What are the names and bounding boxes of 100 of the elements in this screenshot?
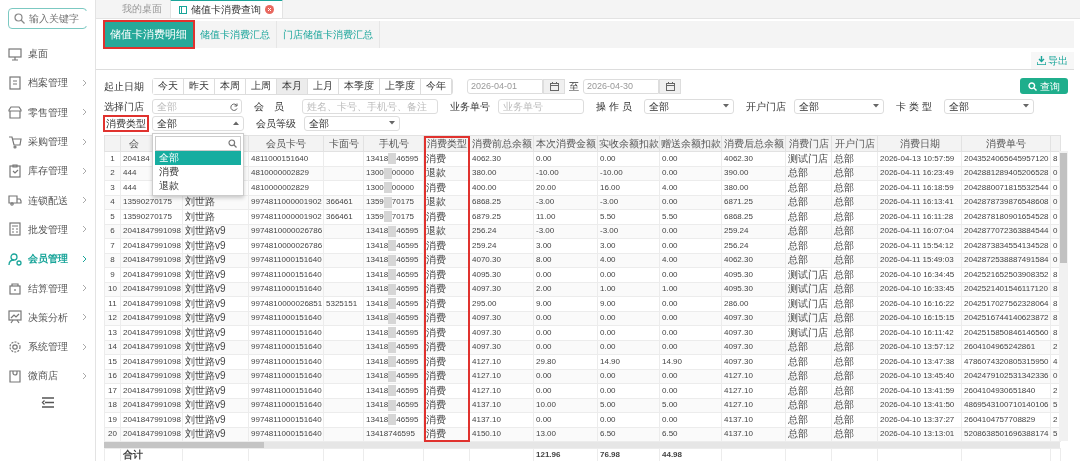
text-field[interactable]: 姓名、卡号、手机号、备注 <box>302 98 438 114</box>
table-cell: 4.00 <box>659 180 722 195</box>
column-header[interactable]: 消费门店 <box>785 135 832 152</box>
table-cell: 4097.30 <box>721 354 786 369</box>
sidebar-item[interactable]: 库存管理 <box>0 156 95 186</box>
table-cell: 总部 <box>785 238 832 253</box>
table-cell: 13418 46595 <box>363 354 424 369</box>
column-header[interactable]: 开户门店 <box>831 135 878 152</box>
sidebar-item[interactable]: 连锁配送 <box>0 185 95 215</box>
table-cell: 9974811000151640 <box>248 325 324 340</box>
table-cell: 2604104757708829 <box>961 412 1051 427</box>
sidebar-item[interactable]: 采购管理 <box>0 126 95 157</box>
field-label: 选择门店 <box>104 99 145 114</box>
dropdown-search-field[interactable] <box>155 135 241 151</box>
caret-up-icon <box>233 121 239 125</box>
table-cell: 0.00 <box>533 151 598 166</box>
date-separator: 至 <box>569 79 579 94</box>
table-cell: 刘世路v9 <box>182 325 249 340</box>
table-cell: 11.00 <box>533 209 598 224</box>
table-cell: 4097.30 <box>721 325 786 340</box>
blur-mask <box>388 414 397 426</box>
table-cell: 13418 46595 <box>363 383 424 398</box>
sidebar-item[interactable]: 零售管理 <box>0 97 95 127</box>
sidebar-item[interactable]: 结算管理 <box>0 273 95 303</box>
table-cell: 0.00 <box>597 412 660 427</box>
search-icon <box>1028 81 1037 91</box>
sidebar-item[interactable]: 档案管理 <box>0 68 95 98</box>
table-cell: 3.00 <box>533 238 598 253</box>
sidebar-item[interactable]: 系统管理 <box>0 331 95 362</box>
table-cell: 4062.30 <box>721 151 786 166</box>
total-cell: 121.96 <box>533 448 598 461</box>
table-cell: 256.24 <box>721 238 786 253</box>
column-header[interactable]: 消费单号 <box>961 135 1051 152</box>
store-field[interactable]: 全部 <box>152 98 242 114</box>
table-cell: 13590270175 <box>120 209 183 224</box>
table-cell: 9974811000151640 <box>248 354 324 369</box>
sidebar-item[interactable]: 微商店 <box>0 361 95 391</box>
calendar-button[interactable] <box>659 78 681 94</box>
table-cell: 19 <box>104 412 121 427</box>
table-cell: 1 <box>104 151 121 166</box>
table-cell: 总部 <box>831 383 878 398</box>
column-header[interactable]: 消费后总余额 <box>721 135 786 152</box>
table-cell: 295.00 <box>469 296 534 311</box>
table-cell: 259.24 <box>469 238 534 253</box>
column-header[interactable]: 实收余额扣款 <box>597 135 660 152</box>
monitor-icon <box>8 46 22 61</box>
calendar-button[interactable] <box>543 78 565 94</box>
table-cell: 总部 <box>831 238 878 253</box>
scrollbar[interactable] <box>104 442 1060 448</box>
table-cell: 0.00 <box>659 383 722 398</box>
scrollbar-thumb[interactable] <box>104 442 264 448</box>
column-header[interactable]: 手机号 <box>363 135 424 152</box>
field-label: 会员等级 <box>256 116 297 131</box>
field-label: 操 作 员 <box>596 99 633 114</box>
column-header[interactable]: 赠送余额扣款 <box>659 135 722 152</box>
table-cell: 4062.30 <box>469 151 534 166</box>
column-header[interactable]: 消费前总余额 <box>469 135 534 152</box>
sidebar-item[interactable]: 桌面 <box>0 39 95 69</box>
select-field[interactable]: 全部 <box>794 98 884 114</box>
table-cell: 2042873834554134528 <box>961 238 1051 253</box>
table-cell: 0.00 <box>659 151 722 166</box>
date-range-button[interactable]: 本月 <box>277 78 308 94</box>
total-label: 合计 <box>120 448 183 461</box>
user-icon <box>8 251 22 266</box>
column-header[interactable]: 卡面号 <box>323 135 364 152</box>
tab[interactable]: 储值卡消费查询 <box>170 0 283 18</box>
table-cell: 14.90 <box>597 354 660 369</box>
blur-mask <box>388 269 397 281</box>
table-cell: 2042880071815532544 <box>961 180 1051 195</box>
select-field[interactable]: 全部 <box>304 115 400 131</box>
column-header[interactable]: 消费日期 <box>877 135 962 152</box>
column-header[interactable]: 本次消费金额 <box>533 135 598 152</box>
column-header[interactable]: 会员卡号 <box>248 135 324 152</box>
blur-mask <box>383 196 392 208</box>
collapse-menu-icon[interactable] <box>41 396 54 408</box>
table-cell: 2041847991098 <box>120 383 183 398</box>
field-label: 消费类型 <box>104 115 148 131</box>
select-field[interactable]: 全部 <box>944 98 1034 114</box>
date-range-button[interactable]: 今天 <box>153 78 184 94</box>
calendar-icon <box>549 81 559 91</box>
bag-icon <box>8 368 22 383</box>
table-cell: 3 <box>104 180 121 195</box>
table-cell: 0.00 <box>659 267 722 282</box>
table-cell: 4811000151640 <box>248 151 324 166</box>
blur-mask <box>383 167 392 179</box>
table-cell: 总部 <box>831 180 878 195</box>
scrollbar[interactable] <box>1059 151 1068 441</box>
table-cell: 20.00 <box>533 180 598 195</box>
blur-mask <box>388 283 397 295</box>
total-cell: 76.98 <box>597 448 660 461</box>
table-cell: 9974811000151640 <box>248 267 324 282</box>
table-cell: 2041847991098 <box>120 325 183 340</box>
dropdown-option[interactable]: 退款 <box>155 178 241 193</box>
table-cell: 2042878180901654528 <box>961 209 1051 224</box>
document-icon <box>8 75 22 90</box>
sidebar-item[interactable]: 决策分析 <box>0 302 95 332</box>
table-cell: 9 <box>104 267 121 282</box>
scrollbar-thumb[interactable] <box>1060 153 1067 263</box>
select-field[interactable]: 全部 <box>644 98 734 114</box>
sidebar-item[interactable]: 批发管理 <box>0 214 95 245</box>
